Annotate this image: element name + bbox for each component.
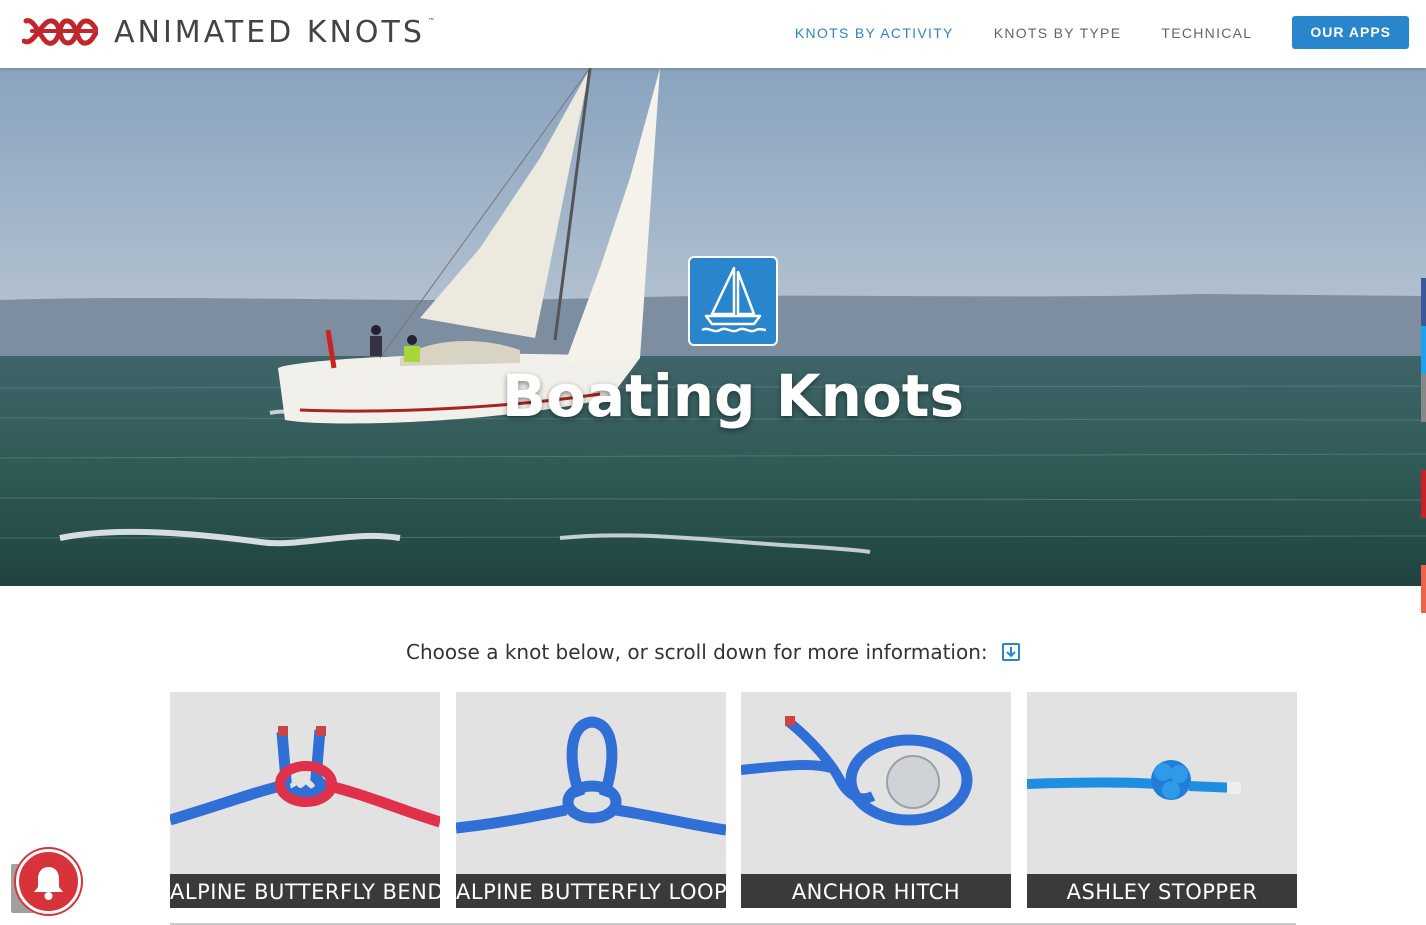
notification-bell-button[interactable] [16,849,81,914]
alpine-butterfly-bend-image [170,726,440,828]
main-nav: KNOTS BY ACTIVITY KNOTS BY TYPE TECHNICA… [795,16,1409,49]
knot-logo-icon [22,18,98,46]
notification-widget [11,849,81,914]
share-bar-facebook[interactable] [1421,278,1426,326]
knot-card-label: ASHLEY STOPPER [1027,874,1297,908]
hero-banner: Boating Knots [0,68,1426,586]
nav-technical[interactable]: TECHNICAL [1161,25,1252,41]
knot-grid: ALPINE BUTTERFLY BEND ALPINE BUTTERFLY L… [170,692,1297,908]
alpine-butterfly-loop-image [456,716,726,836]
knot-card-alpine-butterfly-loop[interactable]: ALPINE BUTTERFLY LOOP [456,692,726,908]
intro-line: Choose a knot below, or scroll down for … [0,640,1426,664]
intro-text: Choose a knot below, or scroll down for … [406,640,988,664]
trademark: ™ [427,16,435,25]
page-title: Boating Knots [501,362,965,430]
site-logo[interactable]: ANIMATED KNOTS ™ [22,12,435,52]
scroll-down-icon[interactable] [1001,643,1020,661]
share-bar-pinterest[interactable] [1421,470,1426,518]
knot-card-ashley-stopper[interactable]: ASHLEY STOPPER [1027,692,1297,908]
share-bar-more[interactable] [1421,565,1426,613]
nav-knots-by-type[interactable]: KNOTS BY TYPE [994,25,1122,41]
our-apps-button[interactable]: OUR APPS [1292,16,1409,49]
ashley-stopper-image [1027,760,1241,800]
knot-card-label: ALPINE BUTTERFLY LOOP [456,874,726,908]
knot-card-alpine-butterfly-bend[interactable]: ALPINE BUTTERFLY BEND [170,692,440,908]
anchor-hitch-image [741,716,973,826]
brand-name: ANIMATED KNOTS ™ [114,14,435,50]
knot-card-anchor-hitch[interactable]: ANCHOR HITCH [741,692,1011,908]
bell-icon [34,867,63,900]
share-bar-email[interactable] [1421,374,1426,422]
site-header: ANIMATED KNOTS ™ KNOTS BY ACTIVITY KNOTS … [0,0,1426,68]
knot-card-label: ANCHOR HITCH [741,874,1011,908]
knot-card-label: ALPINE BUTTERFLY BEND [170,874,440,908]
sailboat-icon [688,256,778,346]
nav-knots-by-activity[interactable]: KNOTS BY ACTIVITY [795,25,954,41]
share-bar-twitter[interactable] [1421,326,1426,374]
